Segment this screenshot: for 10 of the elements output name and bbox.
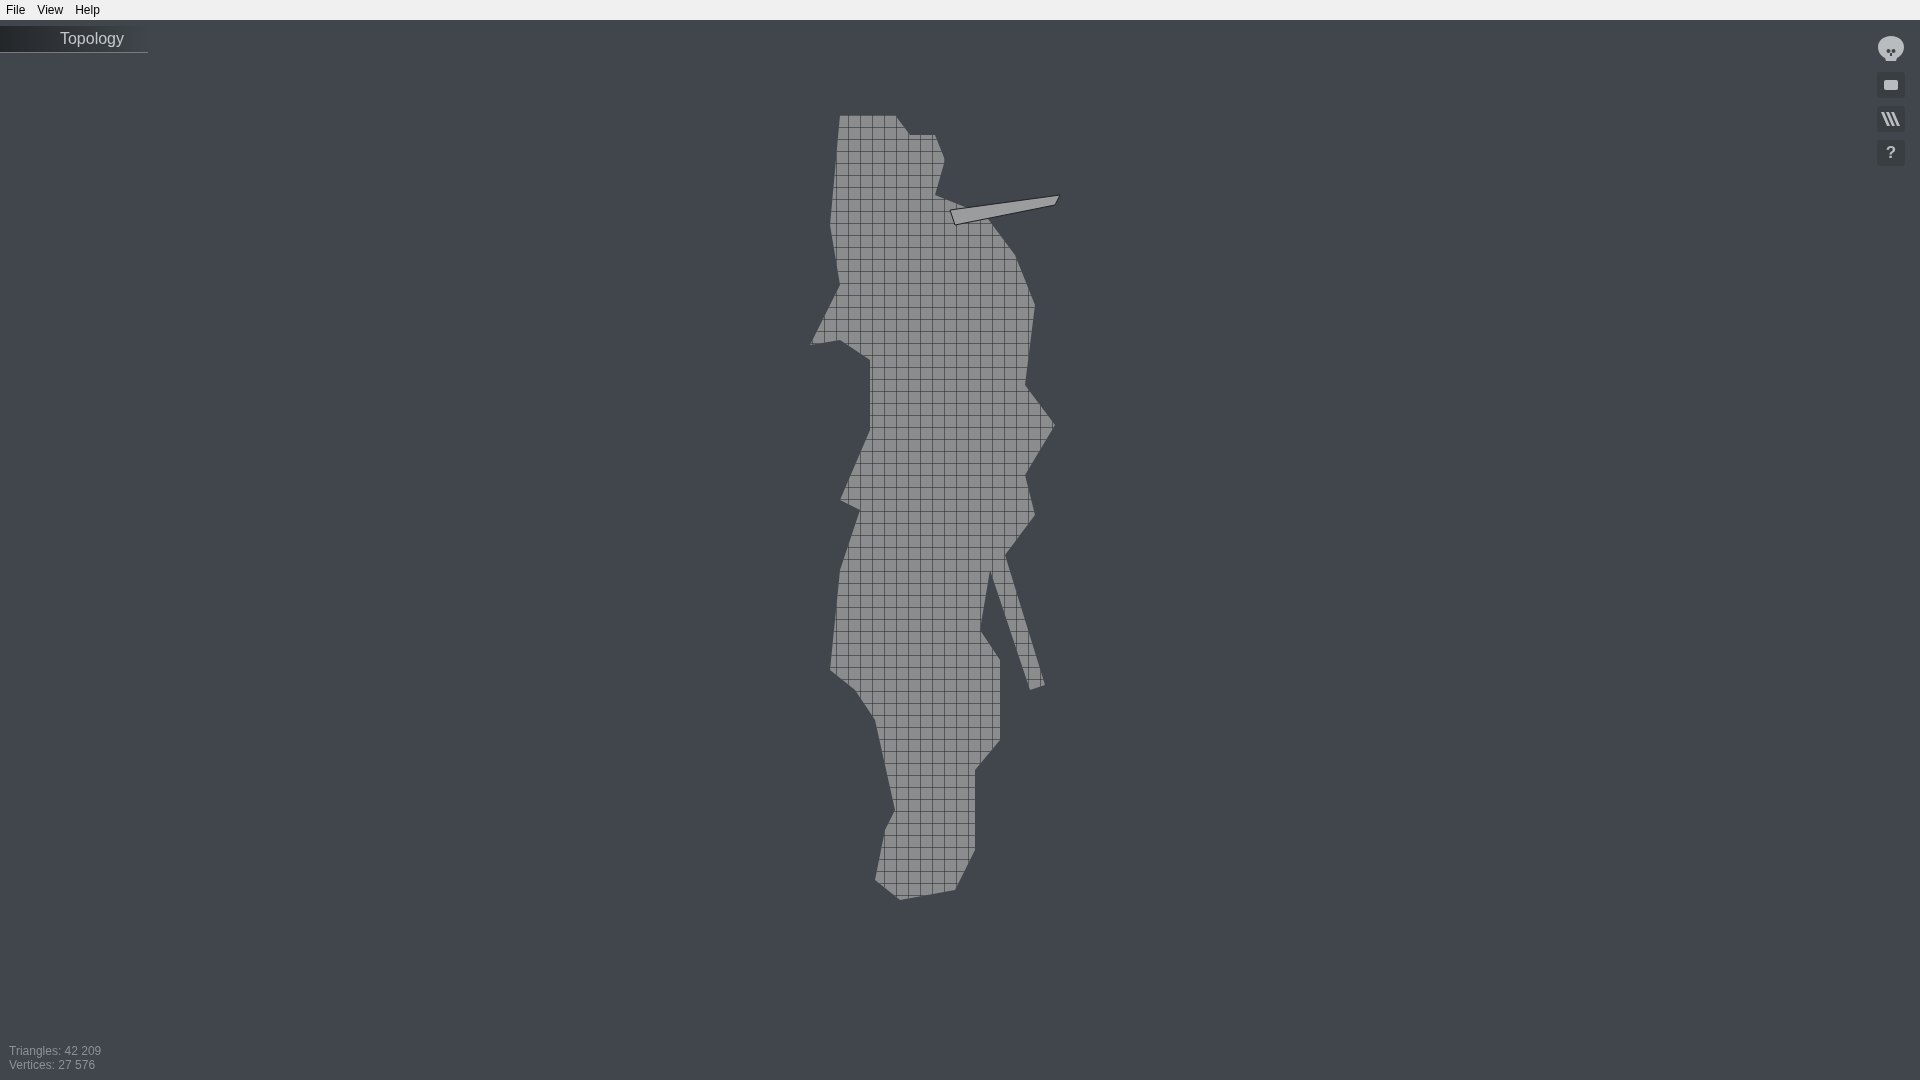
help-button[interactable]: ?	[1877, 140, 1905, 166]
stats-text: Vertices: 27 576	[9, 1058, 97, 1072]
menu-item[interactable]: Help	[75, 1, 100, 19]
menu-item[interactable]: File	[6, 1, 26, 19]
stats-text: Triangles: 42 209	[9, 1044, 102, 1058]
stripes-icon[interactable]	[1877, 106, 1905, 132]
menu-item[interactable]: View	[37, 1, 64, 19]
mode-tab[interactable]: Topology	[0, 26, 148, 53]
rectangle-icon[interactable]	[1877, 72, 1905, 98]
head-icon[interactable]	[1876, 34, 1906, 64]
